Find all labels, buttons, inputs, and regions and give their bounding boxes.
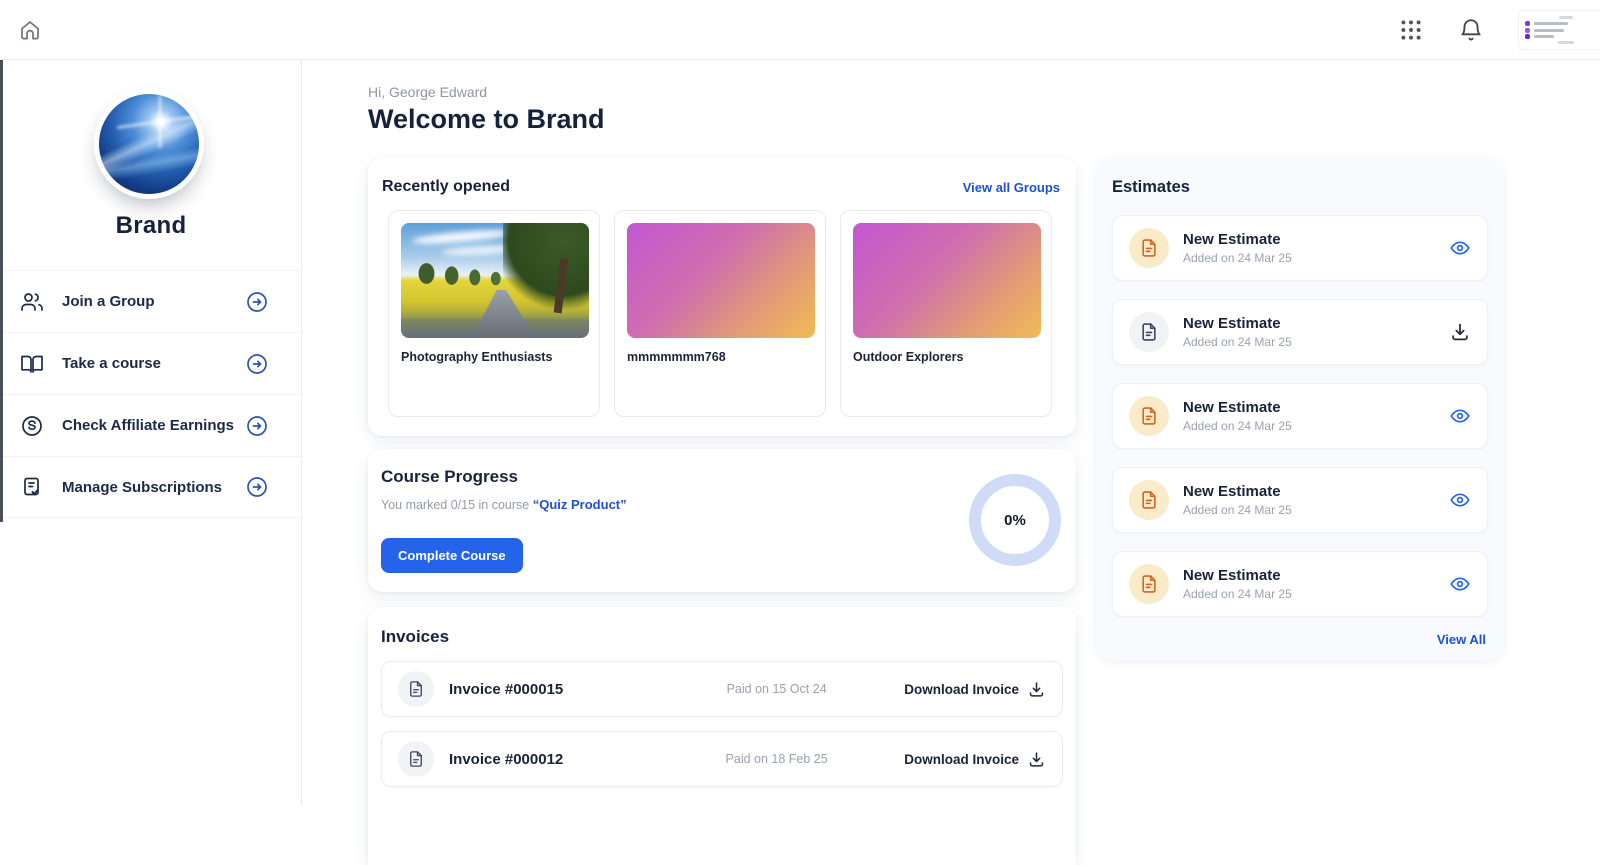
estimate-title: New Estimate — [1183, 483, 1449, 500]
open-book-icon — [20, 352, 44, 376]
estimate-file-icon — [1129, 480, 1169, 520]
main-content: Hi, George Edward Welcome to Brand Recen… — [302, 60, 1600, 805]
estimate-title: New Estimate — [1183, 567, 1449, 584]
home-icon[interactable] — [18, 18, 42, 42]
course-progress-title: Course Progress — [381, 467, 1060, 487]
view-estimate-eye-icon[interactable] — [1449, 237, 1471, 259]
invoice-row: Invoice #000015 Paid on 15 Oct 24 Downlo… — [381, 661, 1063, 717]
invoice-row: Invoice #000012 Paid on 18 Feb 25 Downlo… — [381, 731, 1063, 787]
group-name: mmmmmmm768 — [627, 350, 813, 364]
course-name-link[interactable]: “Quiz Product” — [533, 497, 627, 512]
progress-donut: 0% — [969, 474, 1061, 566]
arrow-circle-right-icon — [245, 475, 269, 499]
arrow-circle-right-icon — [245, 290, 269, 314]
invoice-number: Invoice #000015 — [449, 681, 649, 698]
users-icon — [20, 290, 44, 314]
estimate-row: New Estimate Added on 24 Mar 25 — [1112, 551, 1488, 617]
group-cards: Photography Enthusiasts mmmmmmm768 Outdo… — [368, 196, 1076, 417]
download-icon — [1027, 750, 1046, 769]
download-icon — [1027, 680, 1046, 699]
group-name: Photography Enthusiasts — [401, 350, 587, 364]
estimate-title: New Estimate — [1183, 231, 1449, 248]
invoice-paid-status: Paid on 18 Feb 25 — [649, 752, 904, 766]
progress-percent: 0% — [1004, 512, 1026, 529]
estimate-row: New Estimate Added on 24 Mar 25 — [1112, 383, 1488, 449]
estimate-title: New Estimate — [1183, 399, 1449, 416]
group-thumbnail-gradient — [853, 223, 1041, 338]
download-estimate-icon[interactable] — [1449, 321, 1471, 343]
estimate-date: Added on 24 Mar 25 — [1183, 251, 1449, 265]
sidebar-item-label: Take a course — [62, 355, 245, 372]
estimate-file-icon — [1129, 564, 1169, 604]
greeting-text: Hi, George Edward — [368, 84, 487, 100]
estimate-date: Added on 24 Mar 25 — [1183, 335, 1449, 349]
estimate-row: New Estimate Added on 24 Mar 25 — [1112, 299, 1488, 365]
recently-opened-title: Recently opened — [382, 178, 510, 196]
group-card-mmmmmmm768[interactable]: mmmmmmm768 — [614, 210, 826, 417]
apps-grid-icon[interactable] — [1398, 17, 1424, 43]
estimates-title: Estimates — [1112, 178, 1488, 197]
invoice-file-icon — [398, 671, 434, 707]
invoices-card: Invoices Invoice #000015 Paid on 15 Oct … — [368, 607, 1076, 865]
download-invoice-label: Download Invoice — [904, 752, 1019, 767]
subscription-doc-icon — [20, 475, 44, 499]
group-card-photography-enthusiasts[interactable]: Photography Enthusiasts — [388, 210, 600, 417]
topbar-actions — [1398, 0, 1600, 60]
estimate-date: Added on 24 Mar 25 — [1183, 587, 1449, 601]
profile-widget-thumbnail[interactable] — [1518, 10, 1600, 50]
invoice-file-icon — [398, 741, 434, 777]
complete-course-button[interactable]: Complete Course — [381, 538, 523, 573]
left-edge-strip — [0, 60, 3, 522]
sidebar-item-label: Manage Subscriptions — [62, 479, 245, 496]
sun-flare-decoration — [159, 96, 161, 148]
estimate-file-icon — [1129, 228, 1169, 268]
sidebar: Brand Join a Group — [0, 60, 302, 805]
top-bar — [0, 0, 1600, 60]
page-title: Welcome to Brand — [368, 104, 605, 135]
estimate-file-icon — [1129, 396, 1169, 436]
view-estimate-eye-icon[interactable] — [1449, 489, 1471, 511]
download-invoice-label: Download Invoice — [904, 682, 1019, 697]
view-all-groups-link[interactable]: View all Groups — [963, 180, 1060, 195]
sidebar-item-join-a-group[interactable]: Join a Group — [0, 270, 301, 332]
estimate-row: New Estimate Added on 24 Mar 25 — [1112, 467, 1488, 533]
estimate-file-icon — [1129, 312, 1169, 352]
view-estimate-eye-icon[interactable] — [1449, 573, 1471, 595]
group-thumbnail-gradient — [627, 223, 815, 338]
sidebar-menu: Join a Group Take a course — [0, 270, 301, 518]
invoices-title: Invoices — [381, 627, 1063, 647]
dollar-circle-icon — [20, 414, 44, 438]
course-progress-subtitle: You marked 0/15 in course — [381, 498, 529, 512]
sidebar-item-label: Join a Group — [62, 293, 245, 310]
brand-name: Brand — [0, 212, 302, 240]
notification-bell-icon[interactable] — [1458, 17, 1484, 43]
sidebar-item-manage-subscriptions[interactable]: Manage Subscriptions — [0, 456, 301, 518]
group-thumbnail-landscape-photo — [401, 223, 589, 338]
arrow-circle-right-icon — [245, 352, 269, 376]
estimate-row: New Estimate Added on 24 Mar 25 — [1112, 215, 1488, 281]
sidebar-item-check-affiliate-earnings[interactable]: Check Affiliate Earnings — [0, 394, 301, 456]
estimates-panel: Estimates New Estimate Added on 24 Mar 2… — [1096, 158, 1504, 660]
download-invoice-button[interactable]: Download Invoice — [904, 750, 1046, 769]
brand-logo[interactable] — [99, 94, 199, 194]
course-progress-card: Course Progress You marked 0/15 in cours… — [368, 449, 1076, 592]
group-card-outdoor-explorers[interactable]: Outdoor Explorers — [840, 210, 1052, 417]
group-name: Outdoor Explorers — [853, 350, 1039, 364]
view-all-estimates-link[interactable]: View All — [1437, 632, 1486, 647]
sidebar-item-take-a-course[interactable]: Take a course — [0, 332, 301, 394]
earth-swirl-decoration — [99, 94, 199, 194]
download-invoice-button[interactable]: Download Invoice — [904, 680, 1046, 699]
invoice-paid-status: Paid on 15 Oct 24 — [649, 682, 904, 696]
sidebar-item-label: Check Affiliate Earnings — [62, 417, 245, 434]
recently-opened-card: Recently opened View all Groups Photogra… — [368, 158, 1076, 436]
estimate-date: Added on 24 Mar 25 — [1183, 419, 1449, 433]
estimate-title: New Estimate — [1183, 315, 1449, 332]
arrow-circle-right-icon — [245, 414, 269, 438]
invoice-number: Invoice #000012 — [449, 751, 649, 768]
estimate-date: Added on 24 Mar 25 — [1183, 503, 1449, 517]
view-estimate-eye-icon[interactable] — [1449, 405, 1471, 427]
